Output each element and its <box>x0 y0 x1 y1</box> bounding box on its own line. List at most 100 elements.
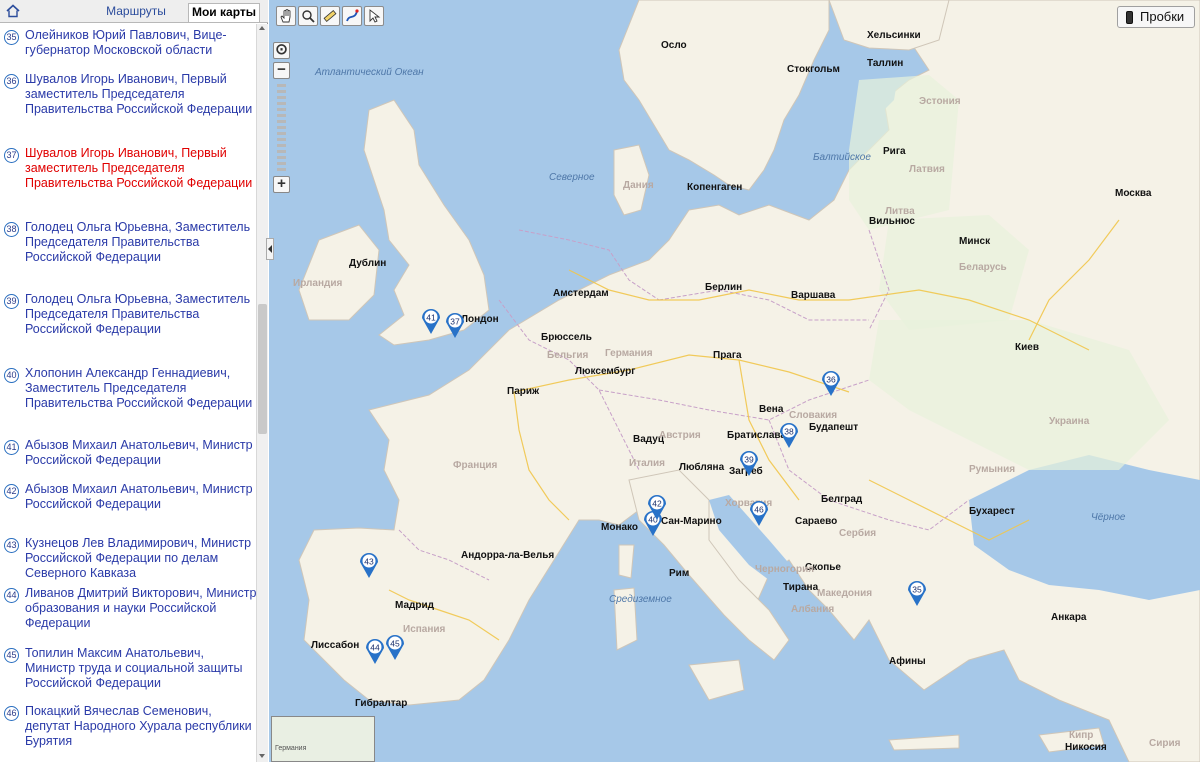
place-label: Мадрид <box>395 600 435 611</box>
list-item-link[interactable]: Голодец Ольга Юрьевна, Заместитель Предс… <box>25 220 256 265</box>
traffic-light-icon <box>1126 11 1133 24</box>
marker-number: 42 <box>652 499 662 509</box>
zoom-level-tick[interactable] <box>277 84 286 87</box>
zoom-level-tick[interactable] <box>277 168 286 171</box>
minimap-label: Германия <box>275 745 307 752</box>
place-label: Латвия <box>909 164 945 175</box>
marker-number: 39 <box>744 455 754 465</box>
place-label: Андорра-ла-Велья <box>461 550 554 561</box>
place-label: Прага <box>713 350 742 361</box>
list-item-link[interactable]: Олейников Юрий Павлович, Вице-губернатор… <box>25 28 256 58</box>
tab-my-maps[interactable]: Мои карты <box>188 3 260 22</box>
marker-number-badge: 37 <box>4 148 19 163</box>
place-label: Беларусь <box>959 262 1007 273</box>
pan-compass-icon[interactable]: ⊙ <box>273 42 290 59</box>
zoom-level-tick[interactable] <box>277 120 286 123</box>
place-label: Чёрное <box>1091 512 1126 523</box>
zoom-level-tick[interactable] <box>277 150 286 153</box>
place-label: Париж <box>507 386 540 397</box>
marker-number: 38 <box>784 427 794 437</box>
zoom-level-tick[interactable] <box>277 108 286 111</box>
marker-number-badge: 41 <box>4 440 19 455</box>
tab-bar: Маршруты Мои карты <box>0 0 268 23</box>
place-label: Варшава <box>791 290 836 301</box>
place-label: Копенгаген <box>687 182 742 193</box>
list-item-link[interactable]: Хлопонин Александр Геннадиевич, Заместит… <box>25 366 256 411</box>
collapse-panel-handle[interactable] <box>266 238 274 260</box>
map-canvas[interactable]: Атлантический Океан Осло Стокгольм Хельсинк… <box>269 0 1200 762</box>
place-label: Ирландия <box>293 278 342 289</box>
place-label: Литва <box>885 206 915 217</box>
left-panel: Маршруты Мои карты 35 Олейников Юрий Павл… <box>0 0 268 762</box>
place-label: Никосия <box>1065 742 1107 753</box>
list-item-link[interactable]: Абызов Михаил Анатольевич, Министр Росси… <box>25 438 256 468</box>
place-label: Будапешт <box>809 422 858 433</box>
place-label: Атлантический Океан <box>314 67 424 78</box>
list-item-link[interactable]: Абызов Михаил Анатольевич, Министр Росси… <box>25 482 256 512</box>
zoom-level-tick[interactable] <box>277 90 286 93</box>
marker-number-badge: 45 <box>4 648 19 663</box>
zoom-out-button[interactable]: − <box>273 62 290 79</box>
place-label: Лиссабон <box>311 639 359 651</box>
marker-number: 44 <box>370 643 380 653</box>
zoom-level-tick[interactable] <box>277 144 286 147</box>
magnifier-icon <box>302 10 315 23</box>
list-item-link[interactable]: Покацкий Вячеслав Семенович, депутат Нар… <box>25 704 256 749</box>
place-label: Черногория <box>755 564 814 575</box>
place-label: Германия <box>605 348 653 359</box>
place-label: Хельсинки <box>867 30 921 41</box>
land-corsica <box>618 544 635 579</box>
place-label: Тирана <box>783 582 819 593</box>
place-label: Бельгия <box>547 350 589 361</box>
place-label: Рим <box>669 568 689 579</box>
route-tool-button[interactable] <box>342 6 362 26</box>
info-pointer-tool-button[interactable] <box>364 6 384 26</box>
place-label: Дания <box>623 180 654 191</box>
list-scrollbar[interactable] <box>256 24 268 762</box>
place-label: Кипр <box>1069 730 1093 741</box>
place-label: Осло <box>661 40 687 51</box>
marker-number-badge: 42 <box>4 484 19 499</box>
place-label: Вена <box>759 404 784 415</box>
hand-tool-button[interactable] <box>276 6 296 26</box>
place-label: Сирия <box>1149 738 1181 749</box>
place-label: Сараево <box>795 516 837 527</box>
marker-number-badge: 40 <box>4 368 19 383</box>
traffic-label: Пробки <box>1140 9 1185 24</box>
zoom-level-tick[interactable] <box>277 126 286 129</box>
ruler-tool-button[interactable] <box>320 6 340 26</box>
list-item-link[interactable]: Ливанов Дмитрий Викторович, Министр обра… <box>25 586 256 631</box>
scroll-down-arrow-icon[interactable] <box>259 754 265 758</box>
list-item-link[interactable]: Шувалов Игорь Иванович, Первый заместите… <box>25 146 256 191</box>
traffic-button[interactable]: Пробки <box>1117 6 1195 28</box>
zoom-level-tick[interactable] <box>277 132 286 135</box>
list-item-link[interactable]: Топилин Максим Анатольевич, Министр труд… <box>25 646 256 691</box>
zoom-rect-tool-button[interactable] <box>298 6 318 26</box>
map-view[interactable]: Атлантический Океан Осло Стокгольм Хельсинк… <box>269 0 1200 762</box>
scroll-up-arrow-icon[interactable] <box>259 26 265 30</box>
zoom-level-tick[interactable] <box>277 138 286 141</box>
zoom-level-tick[interactable] <box>277 162 286 165</box>
zoom-level-tick[interactable] <box>277 114 286 117</box>
place-label: Белград <box>821 494 863 505</box>
place-label: Румыния <box>969 464 1015 475</box>
overview-minimap[interactable]: Германия <box>271 716 375 762</box>
place-label: Дублин <box>349 257 386 269</box>
hand-icon <box>280 8 291 23</box>
place-label: Словакия <box>789 410 837 421</box>
zoom-in-button[interactable]: + <box>273 176 290 193</box>
marker-number-badge: 46 <box>4 706 19 721</box>
list-item-link[interactable]: Голодец Ольга Юрьевна, Заместитель Предс… <box>25 292 256 337</box>
place-label: Монако <box>601 522 638 533</box>
scroll-thumb[interactable] <box>258 304 267 434</box>
zoom-level-tick[interactable] <box>277 102 286 105</box>
zoom-level-tick[interactable] <box>277 156 286 159</box>
place-label: Сербия <box>839 527 876 539</box>
tab-routes[interactable]: Маршруты <box>90 3 182 22</box>
list-item-link[interactable]: Кузнецов Лев Владимирович, Министр Росси… <box>25 536 256 581</box>
list-item-link[interactable]: Шувалов Игорь Иванович, Первый заместите… <box>25 72 256 117</box>
place-label: Стокгольм <box>787 64 840 75</box>
home-icon[interactable] <box>5 3 21 19</box>
place-label: Таллин <box>867 58 903 69</box>
zoom-level-tick[interactable] <box>277 96 286 99</box>
